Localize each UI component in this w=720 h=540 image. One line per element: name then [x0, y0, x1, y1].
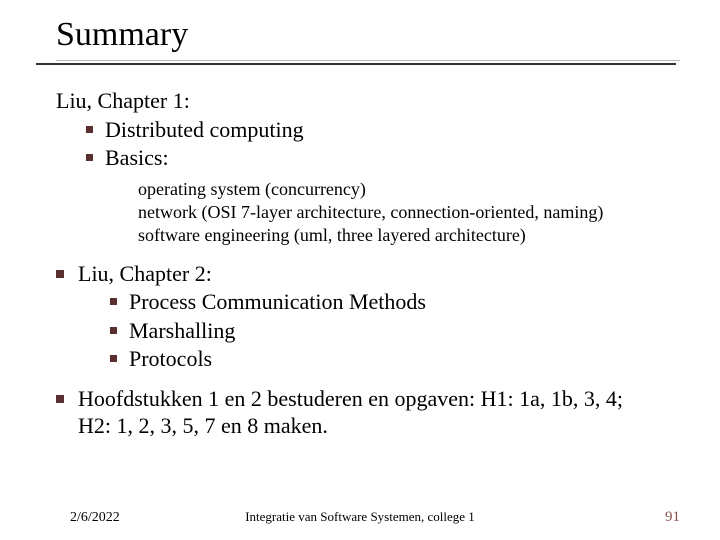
square-bullet-icon [56, 270, 64, 278]
sublist-item: operating system (concurrency) [138, 178, 680, 201]
title-rule-dark [36, 63, 676, 65]
square-bullet-icon [110, 327, 117, 334]
list-item-label: Process Communication Methods [129, 288, 426, 316]
footer-page-number: 91 [665, 509, 680, 526]
slide-footer: 2/6/2022 Integratie van Software Systeme… [0, 509, 720, 526]
slide-title: Summary [56, 16, 680, 54]
basics-sublist: operating system (concurrency) network (… [138, 178, 680, 248]
sublist-item: network (OSI 7-layer architecture, conne… [138, 201, 680, 224]
sublist-item: software engineering (uml, three layered… [138, 224, 680, 247]
square-bullet-icon [56, 395, 64, 403]
list-item-label: Distributed computing [105, 116, 304, 144]
footer-center: Integratie van Software Systemen, colleg… [245, 509, 475, 525]
square-bullet-icon [86, 126, 93, 133]
list-item: Protocols [110, 345, 680, 373]
assignment-row: Hoofdstukken 1 en 2 bestuderen en opgave… [56, 385, 680, 440]
list-item-label: Basics: [105, 144, 169, 172]
chapter1-list: Distributed computing Basics: operating … [86, 116, 680, 248]
chapter2-heading: Liu, Chapter 2: [78, 260, 212, 288]
list-item: Basics: [86, 144, 680, 172]
square-bullet-icon [110, 298, 117, 305]
list-item: Distributed computing [86, 116, 680, 144]
square-bullet-icon [110, 355, 117, 362]
chapter1-heading: Liu, Chapter 1: [56, 87, 680, 115]
square-bullet-icon [86, 154, 93, 161]
slide-body: Liu, Chapter 1: Distributed computing Ba… [56, 87, 680, 440]
list-item: Process Communication Methods [110, 288, 680, 316]
list-item-label: Protocols [129, 345, 212, 373]
title-rule-light [56, 60, 680, 61]
list-item: Marshalling [110, 317, 680, 345]
footer-date: 2/6/2022 [70, 510, 120, 526]
chapter2-list: Process Communication Methods Marshallin… [110, 288, 680, 373]
assignment-text: Hoofdstukken 1 en 2 bestuderen en opgave… [78, 385, 658, 440]
chapter2-heading-row: Liu, Chapter 2: [56, 260, 680, 288]
slide: Summary Liu, Chapter 1: Distributed comp… [0, 0, 720, 540]
list-item-label: Marshalling [129, 317, 235, 345]
